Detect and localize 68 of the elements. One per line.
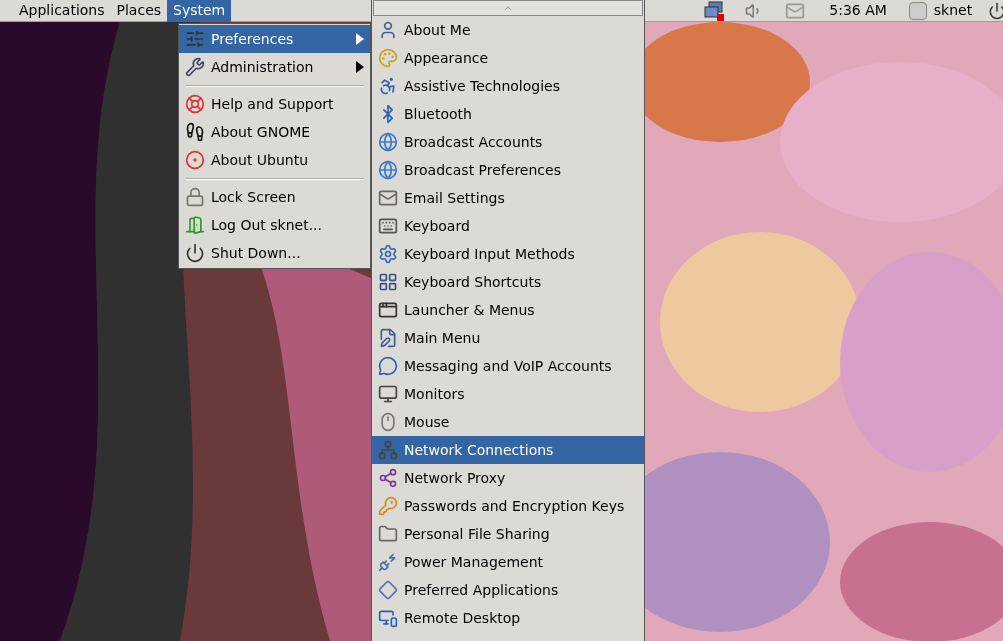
menu-item[interactable]: Log Out sknet...	[179, 211, 370, 239]
accessibility-icon	[378, 76, 398, 96]
keyboard-icon	[378, 216, 398, 236]
menu-item[interactable]: Preferences	[179, 25, 370, 53]
folder-icon	[378, 524, 398, 544]
share-icon	[378, 468, 398, 488]
menu-item[interactable]: Mouse	[372, 408, 644, 436]
power-icon	[185, 243, 205, 263]
sliders-icon	[185, 29, 205, 49]
remote-screen-icon	[378, 608, 398, 628]
ring-icon	[185, 150, 205, 170]
lock-icon	[185, 187, 205, 207]
menu-item[interactable]: Appearance	[372, 44, 644, 72]
menu-item[interactable]: About Ubuntu	[179, 146, 370, 174]
menu-item[interactable]: Keyboard Shortcuts	[372, 268, 644, 296]
menu-item[interactable]: Network Proxy	[372, 464, 644, 492]
menu-item[interactable]: Passwords and Encryption Keys	[372, 492, 644, 520]
menu-item[interactable]: Launcher & Menus	[372, 296, 644, 324]
menu-item[interactable]: Messaging and VoIP Accounts	[372, 352, 644, 380]
window-icon	[378, 300, 398, 320]
menu-item[interactable]: Keyboard	[372, 212, 644, 240]
menu-item[interactable]: Lock Screen	[179, 183, 370, 211]
menu-item[interactable]: Assistive Technologies	[372, 72, 644, 100]
panel-menu[interactable]: Places	[110, 0, 168, 22]
gear-icon	[378, 244, 398, 264]
scroll-up-button[interactable]	[373, 0, 643, 16]
tools-icon	[185, 57, 205, 77]
menu-item[interactable]: Power Management	[372, 548, 644, 576]
menu-item[interactable]: About GNOME	[179, 118, 370, 146]
menu-item[interactable]: Main Menu	[372, 324, 644, 352]
menu-item[interactable]: Network Connections	[372, 436, 644, 464]
power-icon[interactable]	[988, 1, 1003, 20]
network-icon	[378, 440, 398, 460]
palette-icon	[378, 48, 398, 68]
plug-icon	[378, 552, 398, 572]
panel-menu[interactable]: System	[167, 0, 232, 22]
person-icon	[378, 20, 398, 40]
clock[interactable]: 5:36 AM	[829, 0, 887, 21]
menu-item[interactable]: Email Settings	[372, 184, 644, 212]
menu-item[interactable]: Bluetooth	[372, 100, 644, 128]
menu-item[interactable]: Administration	[179, 53, 370, 81]
menu-item[interactable]: Broadcast Preferences	[372, 156, 644, 184]
key-icon	[378, 496, 398, 516]
menu-item[interactable]: Monitors	[372, 380, 644, 408]
footprint-icon	[185, 122, 205, 142]
menu-item[interactable]: Remote Desktop	[372, 604, 644, 632]
panel-menu[interactable]: Applications	[13, 0, 111, 22]
monitor-icon	[378, 384, 398, 404]
grid-icon	[378, 272, 398, 292]
user-avatar-icon	[908, 1, 927, 20]
menu-item[interactable]: Broadcast Accounts	[372, 128, 644, 156]
menu-item[interactable]: Help and Support	[179, 90, 370, 118]
network-disconnected-icon[interactable]	[703, 0, 726, 21]
user-name[interactable]: sknet	[933, 0, 973, 21]
envelope-icon	[378, 188, 398, 208]
globe-icon	[378, 160, 398, 180]
globe-icon	[378, 132, 398, 152]
diamond-icon	[378, 580, 398, 600]
menu-item[interactable]: Preferred Applications	[372, 576, 644, 604]
menu-item[interactable]: Keyboard Input Methods	[372, 240, 644, 268]
menu-item[interactable]: About Me	[372, 16, 644, 44]
life-buoy-icon	[185, 94, 205, 114]
exit-icon	[185, 215, 205, 235]
menu-item[interactable]: Personal File Sharing	[372, 520, 644, 548]
chat-bubble-icon	[378, 356, 398, 376]
menu-item[interactable]: Shut Down...	[179, 239, 370, 267]
mouse-icon	[378, 412, 398, 432]
pencil-document-icon	[378, 328, 398, 348]
